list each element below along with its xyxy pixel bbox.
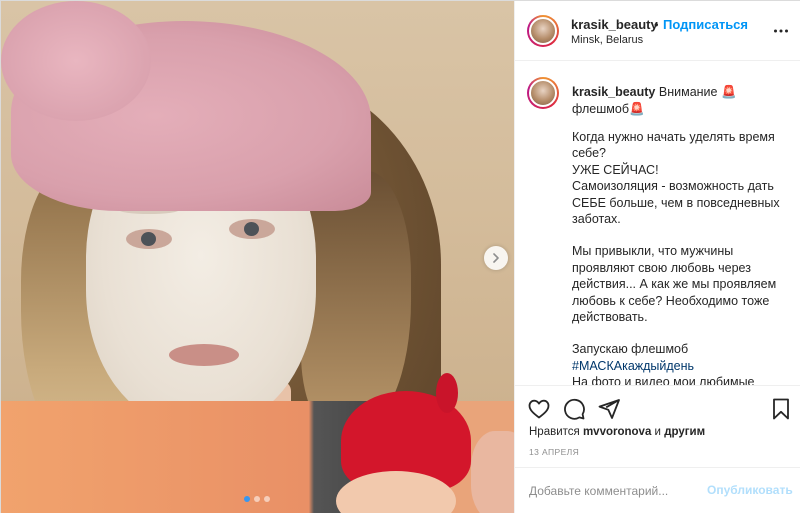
- author-avatar[interactable]: [527, 15, 559, 47]
- photo-eye-right: [229, 219, 275, 239]
- post-caption: krasik_beauty Внимание 🚨флешмоб🚨 Когда н…: [515, 61, 800, 385]
- more-options-icon[interactable]: [773, 23, 789, 39]
- carousel-dot: [264, 496, 270, 502]
- post-actions: [515, 385, 800, 429]
- share-icon[interactable]: [597, 397, 621, 421]
- author-username[interactable]: krasik_beauty: [571, 17, 658, 32]
- photo-hand: [471, 431, 514, 513]
- hashtag-link[interactable]: #МАСКАкаждыйдень: [572, 358, 782, 374]
- photo-mouth: [169, 344, 239, 366]
- caption-author-avatar[interactable]: [527, 77, 559, 109]
- caption-line: Когда нужно начать уделять время себе?: [572, 130, 775, 161]
- post-date[interactable]: 13 апреля: [529, 447, 579, 457]
- comment-input[interactable]: [529, 482, 704, 500]
- caption-line: УЖЕ СЕЙЧАС!: [572, 162, 659, 177]
- post-photo[interactable]: [1, 1, 514, 513]
- caption-line: Мы привыкли, что мужчины проявляют свою …: [572, 244, 777, 325]
- likes-and: и: [654, 426, 661, 438]
- header-separator: •: [654, 17, 659, 32]
- caption-username[interactable]: krasik_beauty: [572, 85, 655, 99]
- heart-icon[interactable]: [527, 397, 551, 421]
- photo-headband-bow: [1, 1, 151, 121]
- carousel-dot: [254, 496, 260, 502]
- chevron-right-icon: [493, 253, 499, 263]
- comment-icon[interactable]: [562, 397, 586, 421]
- carousel-dot: [244, 496, 250, 502]
- caption-heading: krasik_beauty Внимание 🚨флешмоб🚨: [572, 84, 787, 118]
- add-comment-bar: Опубликовать: [515, 467, 800, 513]
- caption-line: Самоизоляция - возможность дать СЕБЕ бол…: [572, 179, 780, 227]
- liked-by-user[interactable]: mvvoronova: [583, 426, 651, 438]
- post-location[interactable]: Minsk, Belarus: [571, 34, 643, 46]
- follow-button[interactable]: Подписаться: [663, 17, 748, 32]
- likes-summary: Нравится mvvoronova и другим: [529, 426, 705, 438]
- caption-body: Когда нужно начать уделять время себе? У…: [572, 129, 782, 385]
- caption-line: Запускаю флешмоб: [572, 342, 689, 357]
- carousel-indicator: [244, 496, 270, 502]
- post-header: krasik_beauty • Подписаться Minsk, Belar…: [515, 1, 800, 61]
- post-side-panel: krasik_beauty • Подписаться Minsk, Belar…: [514, 1, 800, 513]
- liked-by-others[interactable]: другим: [664, 426, 705, 438]
- post-dialog: krasik_beauty • Подписаться Minsk, Belar…: [0, 0, 800, 513]
- publish-comment-button[interactable]: Опубликовать: [707, 483, 793, 497]
- carousel-next-button[interactable]: [484, 246, 508, 270]
- caption-line: На фото и видео мои любимые масочки и на…: [572, 375, 755, 385]
- likes-prefix: Нравится: [529, 426, 580, 438]
- photo-eye-left: [126, 229, 172, 249]
- bookmark-icon[interactable]: [769, 397, 793, 421]
